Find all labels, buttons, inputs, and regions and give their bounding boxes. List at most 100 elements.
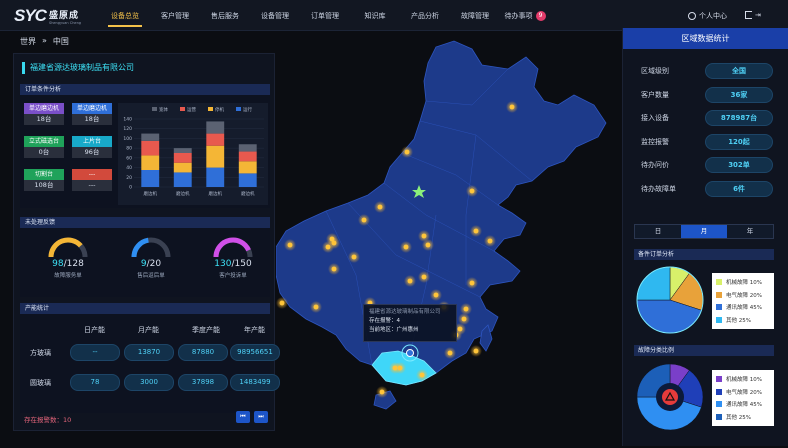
- x-tick-label: 磨边机: [176, 190, 190, 197]
- region-stat-label: 客户数量: [641, 90, 669, 99]
- location-marker[interactable]: [392, 365, 398, 371]
- breadcrumb-world[interactable]: 世界: [20, 36, 36, 47]
- gauge-2[interactable]: 130/150 客户投诉单: [198, 233, 268, 279]
- machine-tile-0[interactable]: 单边磨边机 18台: [24, 103, 64, 125]
- location-marker[interactable]: [419, 372, 425, 378]
- location-marker[interactable]: [313, 304, 319, 310]
- map-svg[interactable]: [275, 35, 622, 446]
- region-stat-label: 接入设备: [641, 114, 669, 122]
- bar-segment: [173, 148, 192, 153]
- nav-item-7[interactable]: 故障管理: [450, 0, 500, 31]
- legend-swatch: [716, 413, 722, 420]
- region-stat-value[interactable]: 302单: [705, 157, 773, 173]
- location-marker[interactable]: [425, 242, 431, 248]
- pager-prev-button[interactable]: ⏮: [236, 411, 250, 423]
- logout-button[interactable]: ⇥: [745, 11, 761, 19]
- china-map[interactable]: 福建省源达玻璃制品有限公司 存在报警：4 当前地区：广州惠州: [275, 35, 622, 446]
- gauge-total: 150: [234, 259, 252, 269]
- location-marker[interactable]: [377, 204, 383, 210]
- tab-1[interactable]: 月: [681, 225, 727, 238]
- location-marker[interactable]: [279, 300, 285, 306]
- nav-item-label: 设备管理: [261, 11, 289, 20]
- region-stat-value[interactable]: 36家: [705, 86, 773, 103]
- nav-item-6[interactable]: 产品分析: [400, 0, 450, 31]
- fault-ratio-pie: [636, 363, 704, 431]
- capacity-value: --: [70, 344, 120, 361]
- selected-location-icon[interactable]: [406, 349, 414, 357]
- location-marker[interactable]: [379, 389, 385, 395]
- location-marker[interactable]: [351, 254, 357, 260]
- location-marker[interactable]: [407, 278, 413, 284]
- location-marker[interactable]: [287, 242, 293, 248]
- machine-tile-5[interactable]: --- ---: [72, 169, 112, 191]
- location-marker[interactable]: [447, 350, 453, 356]
- location-marker[interactable]: [473, 348, 479, 354]
- breadcrumb-separator: »: [42, 36, 47, 45]
- location-marker[interactable]: [469, 188, 475, 194]
- y-tick-label: 140: [123, 117, 132, 123]
- location-marker[interactable]: [509, 104, 515, 110]
- tab-2[interactable]: 年: [727, 225, 773, 238]
- nav-item-5[interactable]: 知识库: [350, 0, 400, 31]
- order-analysis-title: 订单条件分析: [20, 84, 270, 95]
- nav-item-4[interactable]: 订单管理: [300, 0, 350, 31]
- company-name[interactable]: 福建省源达玻璃制品有限公司: [30, 62, 134, 73]
- nav-item-label: 知识库: [364, 11, 386, 20]
- machine-tile-4[interactable]: 切割台 108台: [24, 169, 64, 191]
- gauge-value: 98/128: [52, 259, 84, 269]
- region-stat-value[interactable]: 6件: [705, 180, 773, 197]
- tab-0[interactable]: 日: [635, 225, 681, 238]
- gauge-1[interactable]: 9/20 售后返后单: [116, 233, 186, 279]
- location-marker[interactable]: [404, 149, 410, 155]
- bar-segment: [238, 144, 257, 152]
- nav-item-1[interactable]: 客户管理: [150, 0, 200, 31]
- nav-item-3[interactable]: 设备管理: [250, 0, 300, 31]
- legend-item: 通讯故障 45%: [716, 398, 770, 411]
- user-icon: [688, 12, 696, 20]
- location-marker[interactable]: [403, 244, 409, 250]
- location-marker[interactable]: [487, 238, 493, 244]
- capacity-value: 13870: [124, 344, 174, 361]
- region-stat-row: 接入设备 878987台: [623, 110, 788, 127]
- location-marker[interactable]: [421, 233, 427, 239]
- location-marker[interactable]: [361, 217, 367, 223]
- logo[interactable]: SYC 盛原成 Shengyuan Cheng: [14, 6, 81, 26]
- machine-tile-2[interactable]: 立式磁选台 0台: [24, 136, 64, 158]
- personal-center-label: 个人中心: [699, 12, 727, 20]
- nav-item-0[interactable]: 设备总览: [100, 0, 150, 31]
- location-marker[interactable]: [463, 306, 469, 312]
- legend-swatch: [716, 316, 722, 323]
- nav-item-8[interactable]: 待办事项 9: [500, 0, 550, 31]
- location-marker[interactable]: [473, 228, 479, 234]
- bar-segment: [238, 161, 257, 174]
- parts-order-legend: 机械故障 10% 电气故障 20% 通讯故障 45% 其他 25%: [712, 273, 774, 329]
- bar-segment: [206, 133, 225, 146]
- bar-segment: [238, 151, 257, 162]
- pager-next-button[interactable]: ⏭: [254, 411, 268, 423]
- legend-label: 通讯故障 45%: [726, 305, 762, 312]
- location-marker[interactable]: [469, 280, 475, 286]
- gauge-0[interactable]: 98/128 故障服务单: [33, 233, 103, 279]
- capacity-value: 98956651: [230, 344, 280, 361]
- location-marker[interactable]: [421, 274, 427, 280]
- location-marker[interactable]: [329, 236, 335, 242]
- region-stat-row: 监控报警 120起: [623, 133, 788, 151]
- nav-item-2[interactable]: 售后服务: [200, 0, 250, 31]
- machine-tile-3[interactable]: 上片台 96台: [72, 136, 112, 158]
- y-tick-label: 20: [126, 175, 132, 181]
- personal-center-link[interactable]: 个人中心: [688, 11, 727, 21]
- x-tick-label: 磨边机: [209, 190, 223, 197]
- breadcrumb-china[interactable]: 中国: [53, 36, 69, 47]
- region-stat-value[interactable]: 878987台: [705, 110, 773, 126]
- nav-item-label: 售后服务: [211, 11, 239, 20]
- region-stat-value[interactable]: 全国: [705, 63, 773, 79]
- region-stat-row: 待办问价 302单: [623, 157, 788, 174]
- region-stat-value[interactable]: 120起: [705, 133, 773, 150]
- right-panel: 区域数据统计 区域级别 全国 客户数量 36家 接入设备 878987台 监控报警 120起待…: [622, 28, 788, 446]
- location-marker[interactable]: [433, 292, 439, 298]
- tooltip-area-value: 广州惠州: [396, 327, 419, 333]
- location-marker[interactable]: [461, 316, 467, 322]
- legend-item: 其他 25%: [716, 314, 770, 327]
- location-marker[interactable]: [331, 266, 337, 272]
- machine-tile-1[interactable]: 单边磨边机 18台: [72, 103, 112, 125]
